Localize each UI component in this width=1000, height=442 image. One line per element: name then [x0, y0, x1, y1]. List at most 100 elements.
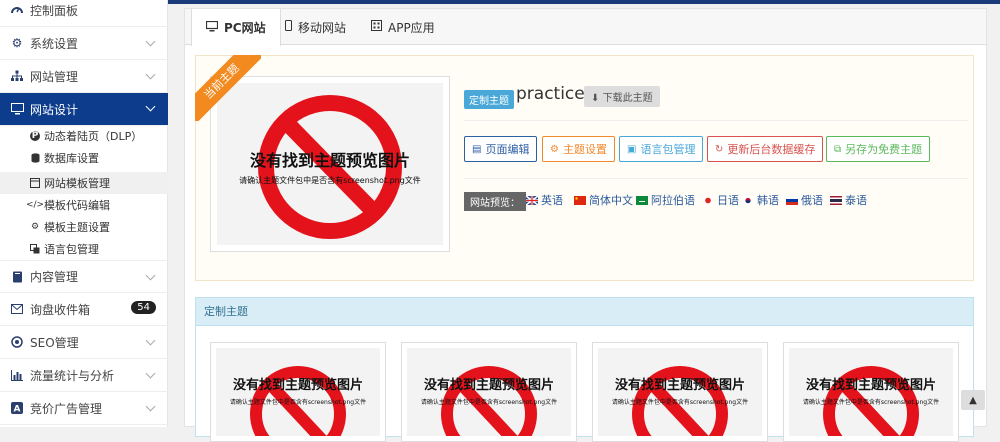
sidebar-item-label: 控制面板 [30, 3, 79, 18]
sidebar-subitem-language-pack[interactable]: 语言包管理 [0, 238, 168, 260]
lang-label: 简体中文 [589, 194, 633, 207]
template-icon [30, 178, 40, 188]
russia-flag-icon [786, 195, 798, 205]
chevron-down-icon [145, 36, 156, 47]
divider [464, 120, 968, 121]
current-theme-ribbon: 当前主题 [195, 55, 261, 121]
preview-lang-ar[interactable]: 阿拉伯语 [636, 192, 695, 208]
download-icon: ⬇ [591, 93, 600, 104]
target-icon [10, 335, 24, 349]
tab-label: 移动网站 [298, 20, 347, 35]
sidebar-subitem-theme-settings[interactable]: ⚙ 模板主题设置 [0, 216, 168, 238]
platform-tabs: PC网站 移动网站 APP应用 [185, 9, 986, 46]
tab-label: PC网站 [224, 21, 266, 35]
sidebar-item-label: 流量统计与分析 [30, 368, 115, 383]
tab-pc-site[interactable]: PC网站 [191, 9, 281, 46]
sidebar-subitem-templates[interactable]: 网站模板管理 [0, 172, 168, 194]
button-label: 主题设置 [562, 143, 607, 156]
sidebar-item-site-management[interactable]: 网站管理 [0, 60, 168, 93]
main-panel: PC网站 移动网站 APP应用 没有找到主题预览图片 请确认主题文件包中是否含有… [184, 8, 987, 442]
tab-mobile-site[interactable]: 移动网站 [271, 9, 360, 45]
sidebar-item-system-settings[interactable]: ⚙ 系统设置 [0, 27, 168, 60]
current-theme-panel: 没有找到主题预览图片 请确认主题文件包中是否含有screenshot.png文件… [195, 55, 974, 281]
no-preview-title: 没有找到主题预览图片 [232, 378, 363, 393]
language-icon: ▣ [627, 143, 637, 155]
lang-label: 英语 [541, 194, 563, 207]
p-circle-icon: P [30, 131, 40, 141]
unread-count-badge: 54 [131, 301, 156, 314]
copy-icon: ⧉ [834, 143, 842, 155]
theme-name: practice [516, 84, 585, 104]
sidebar-item-dashboard[interactable]: 控制面板 [0, 0, 168, 27]
edit-pages-button[interactable]: ▤ 页面编辑 [464, 136, 538, 162]
lang-label: 日语 [717, 194, 739, 207]
sidebar-item-seo[interactable]: SEO管理 [0, 326, 168, 359]
theme-card-preview: 没有找到主题预览图片 请确认主题文件包中是否含有screenshot.png文件 [789, 348, 953, 436]
sidebar-subitem-database[interactable]: 数据库设置 [0, 147, 168, 169]
preview-lang-ja[interactable]: 日语 [702, 192, 739, 208]
theme-card[interactable]: 没有找到主题预览图片 请确认主题文件包中是否含有screenshot.png文件 [783, 342, 959, 442]
refresh-icon: ↻ [715, 143, 724, 155]
scroll-to-top-button[interactable]: ▲ [961, 390, 985, 410]
sidebar-item-analytics[interactable]: 流量统计与分析 [0, 359, 168, 392]
sidebar-item-site-design[interactable]: 网站设计 [0, 93, 168, 126]
theme-settings-button[interactable]: ⚙ 主题设置 [542, 136, 615, 162]
language-pack-button[interactable]: ▣ 语言包管理 [619, 136, 704, 162]
preview-lang-th[interactable]: 泰语 [830, 192, 867, 208]
korea-flag-icon [742, 195, 754, 205]
custom-themes-heading: 定制主题 [196, 298, 973, 326]
gear-icon: ⚙ [550, 143, 559, 155]
book-icon [10, 270, 24, 284]
chevron-down-icon [145, 101, 156, 112]
download-theme-button[interactable]: ⬇ 下载此主题 [584, 86, 660, 107]
lang-label: 俄语 [801, 194, 823, 207]
current-theme-ribbon-label: 当前主题 [195, 55, 261, 121]
button-label: 页面编辑 [485, 143, 530, 156]
language-icon [30, 244, 40, 254]
button-label: 更新后台数据缓存 [727, 143, 816, 156]
theme-card-preview: 没有找到主题预览图片 请确认主题文件包中是否含有screenshot.png文件 [216, 348, 380, 436]
preview-lang-ko[interactable]: 韩语 [742, 192, 779, 208]
tab-app[interactable]: APP应用 [357, 9, 449, 45]
refresh-cache-button[interactable]: ↻ 更新后台数据缓存 [707, 136, 824, 162]
preview-lang-zh[interactable]: 简体中文 [574, 192, 633, 208]
theme-card[interactable]: 没有找到主题预览图片 请确认主题文件包中是否含有screenshot.png文件 [592, 342, 768, 442]
theme-card-preview: 没有找到主题预览图片 请确认主题文件包中是否含有screenshot.png文件 [598, 348, 762, 436]
preview-lang-en[interactable]: 英语 [526, 192, 563, 208]
save-as-free-theme-button[interactable]: ⧉ 另存为免费主题 [826, 136, 931, 162]
chevron-down-icon [145, 69, 156, 80]
lang-label: 阿拉伯语 [651, 194, 695, 207]
monitor-icon [10, 102, 24, 116]
download-label: 下载此主题 [602, 93, 653, 104]
sidebar-subitem-code-editor[interactable]: </> 模板代码编辑 [0, 194, 168, 216]
no-preview-title: 没有找到主题预览图片 [805, 378, 936, 393]
no-preview-hint: 请确认主题文件包中是否含有screenshot.png文件 [802, 399, 940, 406]
preview-lang-ru[interactable]: 俄语 [786, 192, 823, 208]
no-preview-hint: 请确认主题文件包中是否含有screenshot.png文件 [420, 399, 558, 406]
japan-flag-icon [705, 197, 711, 203]
theme-card[interactable]: 没有找到主题预览图片 请确认主题文件包中是否含有screenshot.png文件 [401, 342, 577, 442]
chevron-down-icon [145, 401, 156, 412]
envelope-icon [10, 302, 24, 316]
sitemap-icon [10, 69, 24, 83]
thailand-flag-icon [830, 195, 842, 205]
chevron-down-icon [145, 270, 156, 281]
sidebar-item-inbox[interactable]: 询盘收件箱 54 [0, 293, 168, 326]
theme-card[interactable]: 没有找到主题预览图片 请确认主题文件包中是否含有screenshot.png文件 [210, 342, 386, 442]
dashboard-icon [10, 3, 24, 17]
tab-label: APP应用 [388, 20, 435, 35]
uk-flag-icon [526, 195, 538, 205]
sidebar-subitem-dlp[interactable]: P 动态着陆页（DLP） [0, 125, 168, 147]
database-icon [30, 153, 40, 163]
sidebar-item-label: 系统设置 [30, 36, 79, 51]
custom-themes-panel: 定制主题 没有找到主题预览图片 请确认主题文件包中是否含有screenshot.… [195, 297, 974, 442]
saudi-flag-icon [636, 195, 648, 205]
desktop-icon [205, 20, 219, 35]
sidebar-item-content[interactable]: 内容管理 [0, 260, 168, 293]
sidebar: 控制面板 ⚙ 系统设置 网站管理 网站设计 P 动态着陆页（DLP） 数据库设置… [0, 0, 168, 427]
lang-label: 泰语 [845, 194, 867, 207]
no-preview-title: 没有找到主题预览图片 [423, 378, 554, 393]
sidebar-subitem-label: 模板主题设置 [44, 221, 110, 234]
sidebar-item-ads[interactable]: A 竞价广告管理 [0, 392, 168, 425]
sidebar-item-label: 竞价广告管理 [30, 401, 103, 416]
